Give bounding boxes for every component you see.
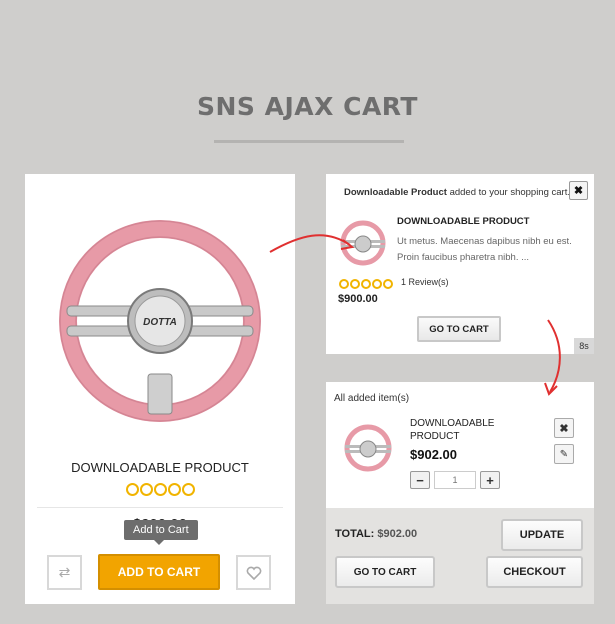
- popup-message-rest: added to your shopping cart.: [446, 187, 570, 198]
- page-title: SNS AJAX CART: [197, 92, 418, 121]
- product-rating: [25, 481, 295, 499]
- mini-cart-header: All added item(s): [334, 393, 410, 404]
- compare-button[interactable]: ⇄: [47, 555, 82, 590]
- popup-rating: [338, 275, 393, 293]
- star-icon: [167, 483, 181, 497]
- remove-item-button[interactable]: ✖: [554, 418, 574, 438]
- divider: [37, 507, 283, 508]
- cart-item-image: [344, 424, 392, 472]
- add-to-cart-tooltip: Add to Cart: [124, 520, 198, 545]
- go-to-cart-button[interactable]: GO TO CART: [335, 556, 435, 588]
- cart-total: TOTAL: $902.00: [335, 528, 417, 540]
- star-icon: [338, 278, 349, 289]
- qty-input[interactable]: [434, 471, 476, 489]
- total-label: TOTAL:: [335, 528, 375, 540]
- popup-go-to-cart-button[interactable]: GO TO CART: [417, 316, 501, 342]
- checkout-button[interactable]: CHECKOUT: [486, 556, 583, 588]
- popup-review-count[interactable]: 1 Review(s): [401, 277, 449, 287]
- product-name[interactable]: DOWNLOADABLE PRODUCT: [25, 460, 295, 475]
- qty-increase-button[interactable]: +: [480, 471, 500, 489]
- popup-message-product: Downloadable Product: [344, 187, 447, 198]
- popup-product-name[interactable]: DOWNLOADABLE PRODUCT: [397, 216, 529, 227]
- compare-icon: ⇄: [58, 564, 71, 580]
- wishlist-button[interactable]: [236, 555, 271, 590]
- popup-product-image: [340, 220, 386, 266]
- added-to-cart-popup: Downloadable Product added to your shopp…: [326, 174, 594, 354]
- popup-timer: 8s: [574, 338, 594, 354]
- star-icon: [181, 483, 195, 497]
- heart-icon: [246, 566, 261, 580]
- update-button[interactable]: UPDATE: [501, 519, 583, 551]
- star-icon: [349, 278, 360, 289]
- popup-product-description: Ut metus. Maecenas dapibus nibh eu est. …: [397, 236, 572, 263]
- star-icon: [360, 278, 371, 289]
- mini-cart: All added item(s) DOWNLOADABLE PRODUCT $…: [326, 382, 594, 604]
- edit-item-button[interactable]: ✎: [554, 444, 574, 464]
- pencil-icon: ✎: [559, 448, 569, 460]
- popup-price: $900.00: [338, 293, 378, 305]
- product-card: DOTTA DOWNLOADABLE PRODUCT $900.00 Add t…: [25, 174, 295, 604]
- star-icon: [371, 278, 382, 289]
- svg-text:DOTTA: DOTTA: [143, 317, 177, 328]
- cart-item-name[interactable]: DOWNLOADABLE PRODUCT: [410, 417, 520, 443]
- mini-cart-footer: TOTAL: $902.00 UPDATE GO TO CART CHECKOU…: [326, 508, 594, 604]
- qty-decrease-button[interactable]: −: [410, 471, 430, 489]
- popup-close-button[interactable]: ✖: [569, 181, 588, 200]
- star-icon: [153, 483, 167, 497]
- product-image[interactable]: DOTTA: [53, 214, 267, 428]
- add-to-cart-button[interactable]: ADD TO CART: [98, 554, 220, 590]
- close-icon: ✖: [559, 422, 569, 435]
- total-value: $902.00: [377, 528, 418, 540]
- star-icon: [382, 278, 393, 289]
- popup-message: Downloadable Product added to your shopp…: [344, 187, 570, 198]
- close-icon: ✖: [573, 185, 584, 197]
- star-icon: [125, 483, 139, 497]
- cart-item-price: $902.00: [410, 447, 457, 462]
- star-icon: [139, 483, 153, 497]
- title-underline: [214, 140, 404, 143]
